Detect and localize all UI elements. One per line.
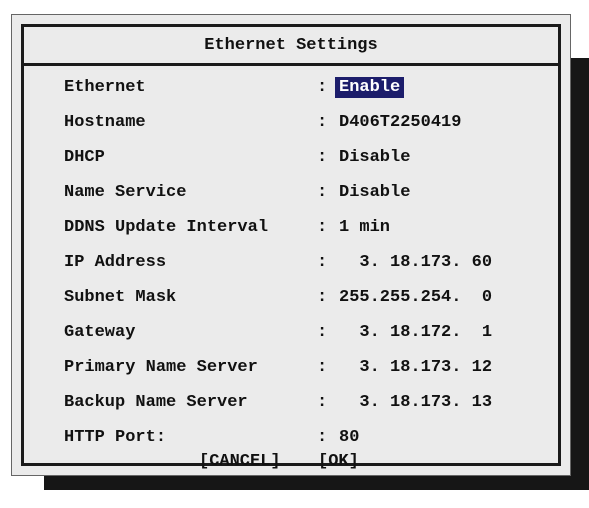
setting-row-subnet-mask[interactable]: Subnet Mask : 255.255.254. 0 xyxy=(24,285,558,315)
setting-row-primary-dns[interactable]: Primary Name Server : 3. 18.173. 12 xyxy=(24,355,558,385)
setting-value-selected[interactable]: Enable xyxy=(335,77,405,98)
setting-label: Backup Name Server xyxy=(64,393,248,412)
setting-value[interactable]: 3. 18.173. 12 xyxy=(339,358,492,377)
ethernet-settings-dialog: Ethernet Settings Ethernet : Enable Host… xyxy=(11,14,571,476)
separator: : xyxy=(317,323,328,342)
setting-value[interactable]: 3. 18.173. 60 xyxy=(339,253,492,272)
setting-value[interactable]: 3. 18.172. 1 xyxy=(339,323,492,342)
setting-row-name-service[interactable]: Name Service : Disable xyxy=(24,180,558,210)
dialog-title: Ethernet Settings xyxy=(24,27,558,66)
setting-label: Subnet Mask xyxy=(64,288,177,307)
setting-value[interactable]: 255.255.254. 0 xyxy=(339,288,492,307)
ok-button[interactable]: [OK] xyxy=(318,452,359,471)
separator: : xyxy=(317,358,328,377)
setting-value[interactable]: 3. 18.173. 13 xyxy=(339,393,492,412)
cancel-button[interactable]: [CANCEL] xyxy=(199,452,281,471)
setting-value[interactable]: 80 xyxy=(339,428,359,447)
separator: : xyxy=(317,183,328,202)
setting-label: Name Service xyxy=(64,183,187,202)
separator: : xyxy=(317,148,328,167)
dialog-frame: Ethernet Settings Ethernet : Enable Host… xyxy=(21,24,561,466)
dialog-buttons: [CANCEL] [OK] xyxy=(12,452,570,478)
separator: : xyxy=(317,393,328,412)
setting-value[interactable]: Disable xyxy=(339,148,410,167)
setting-row-gateway[interactable]: Gateway : 3. 18.172. 1 xyxy=(24,320,558,350)
setting-label: DDNS Update Interval xyxy=(64,218,269,237)
setting-row-ddns-interval[interactable]: DDNS Update Interval : 1 min xyxy=(24,215,558,245)
setting-row-dhcp[interactable]: DHCP : Disable xyxy=(24,145,558,175)
setting-label: IP Address xyxy=(64,253,167,272)
setting-row-hostname[interactable]: Hostname : D406T2250419 xyxy=(24,110,558,140)
setting-label: Ethernet xyxy=(64,78,146,97)
separator: : xyxy=(317,113,328,132)
separator: : xyxy=(317,288,328,307)
setting-label: DHCP xyxy=(64,148,105,167)
setting-row-ip-address[interactable]: IP Address : 3. 18.173. 60 xyxy=(24,250,558,280)
setting-value[interactable]: D406T2250419 xyxy=(339,113,461,132)
setting-label: Hostname xyxy=(64,113,146,132)
separator: : xyxy=(317,428,328,447)
separator: : xyxy=(317,78,328,97)
setting-label: Primary Name Server xyxy=(64,358,258,377)
separator: : xyxy=(317,253,328,272)
setting-row-backup-dns[interactable]: Backup Name Server : 3. 18.173. 13 xyxy=(24,390,558,420)
setting-row-http-port[interactable]: HTTP Port: : 80 xyxy=(24,425,558,455)
setting-value[interactable]: Disable xyxy=(339,183,410,202)
setting-label: HTTP Port: xyxy=(64,428,167,447)
setting-row-ethernet[interactable]: Ethernet : Enable xyxy=(24,75,558,105)
setting-value[interactable]: 1 min xyxy=(339,218,390,237)
separator: : xyxy=(317,218,328,237)
setting-label: Gateway xyxy=(64,323,136,342)
